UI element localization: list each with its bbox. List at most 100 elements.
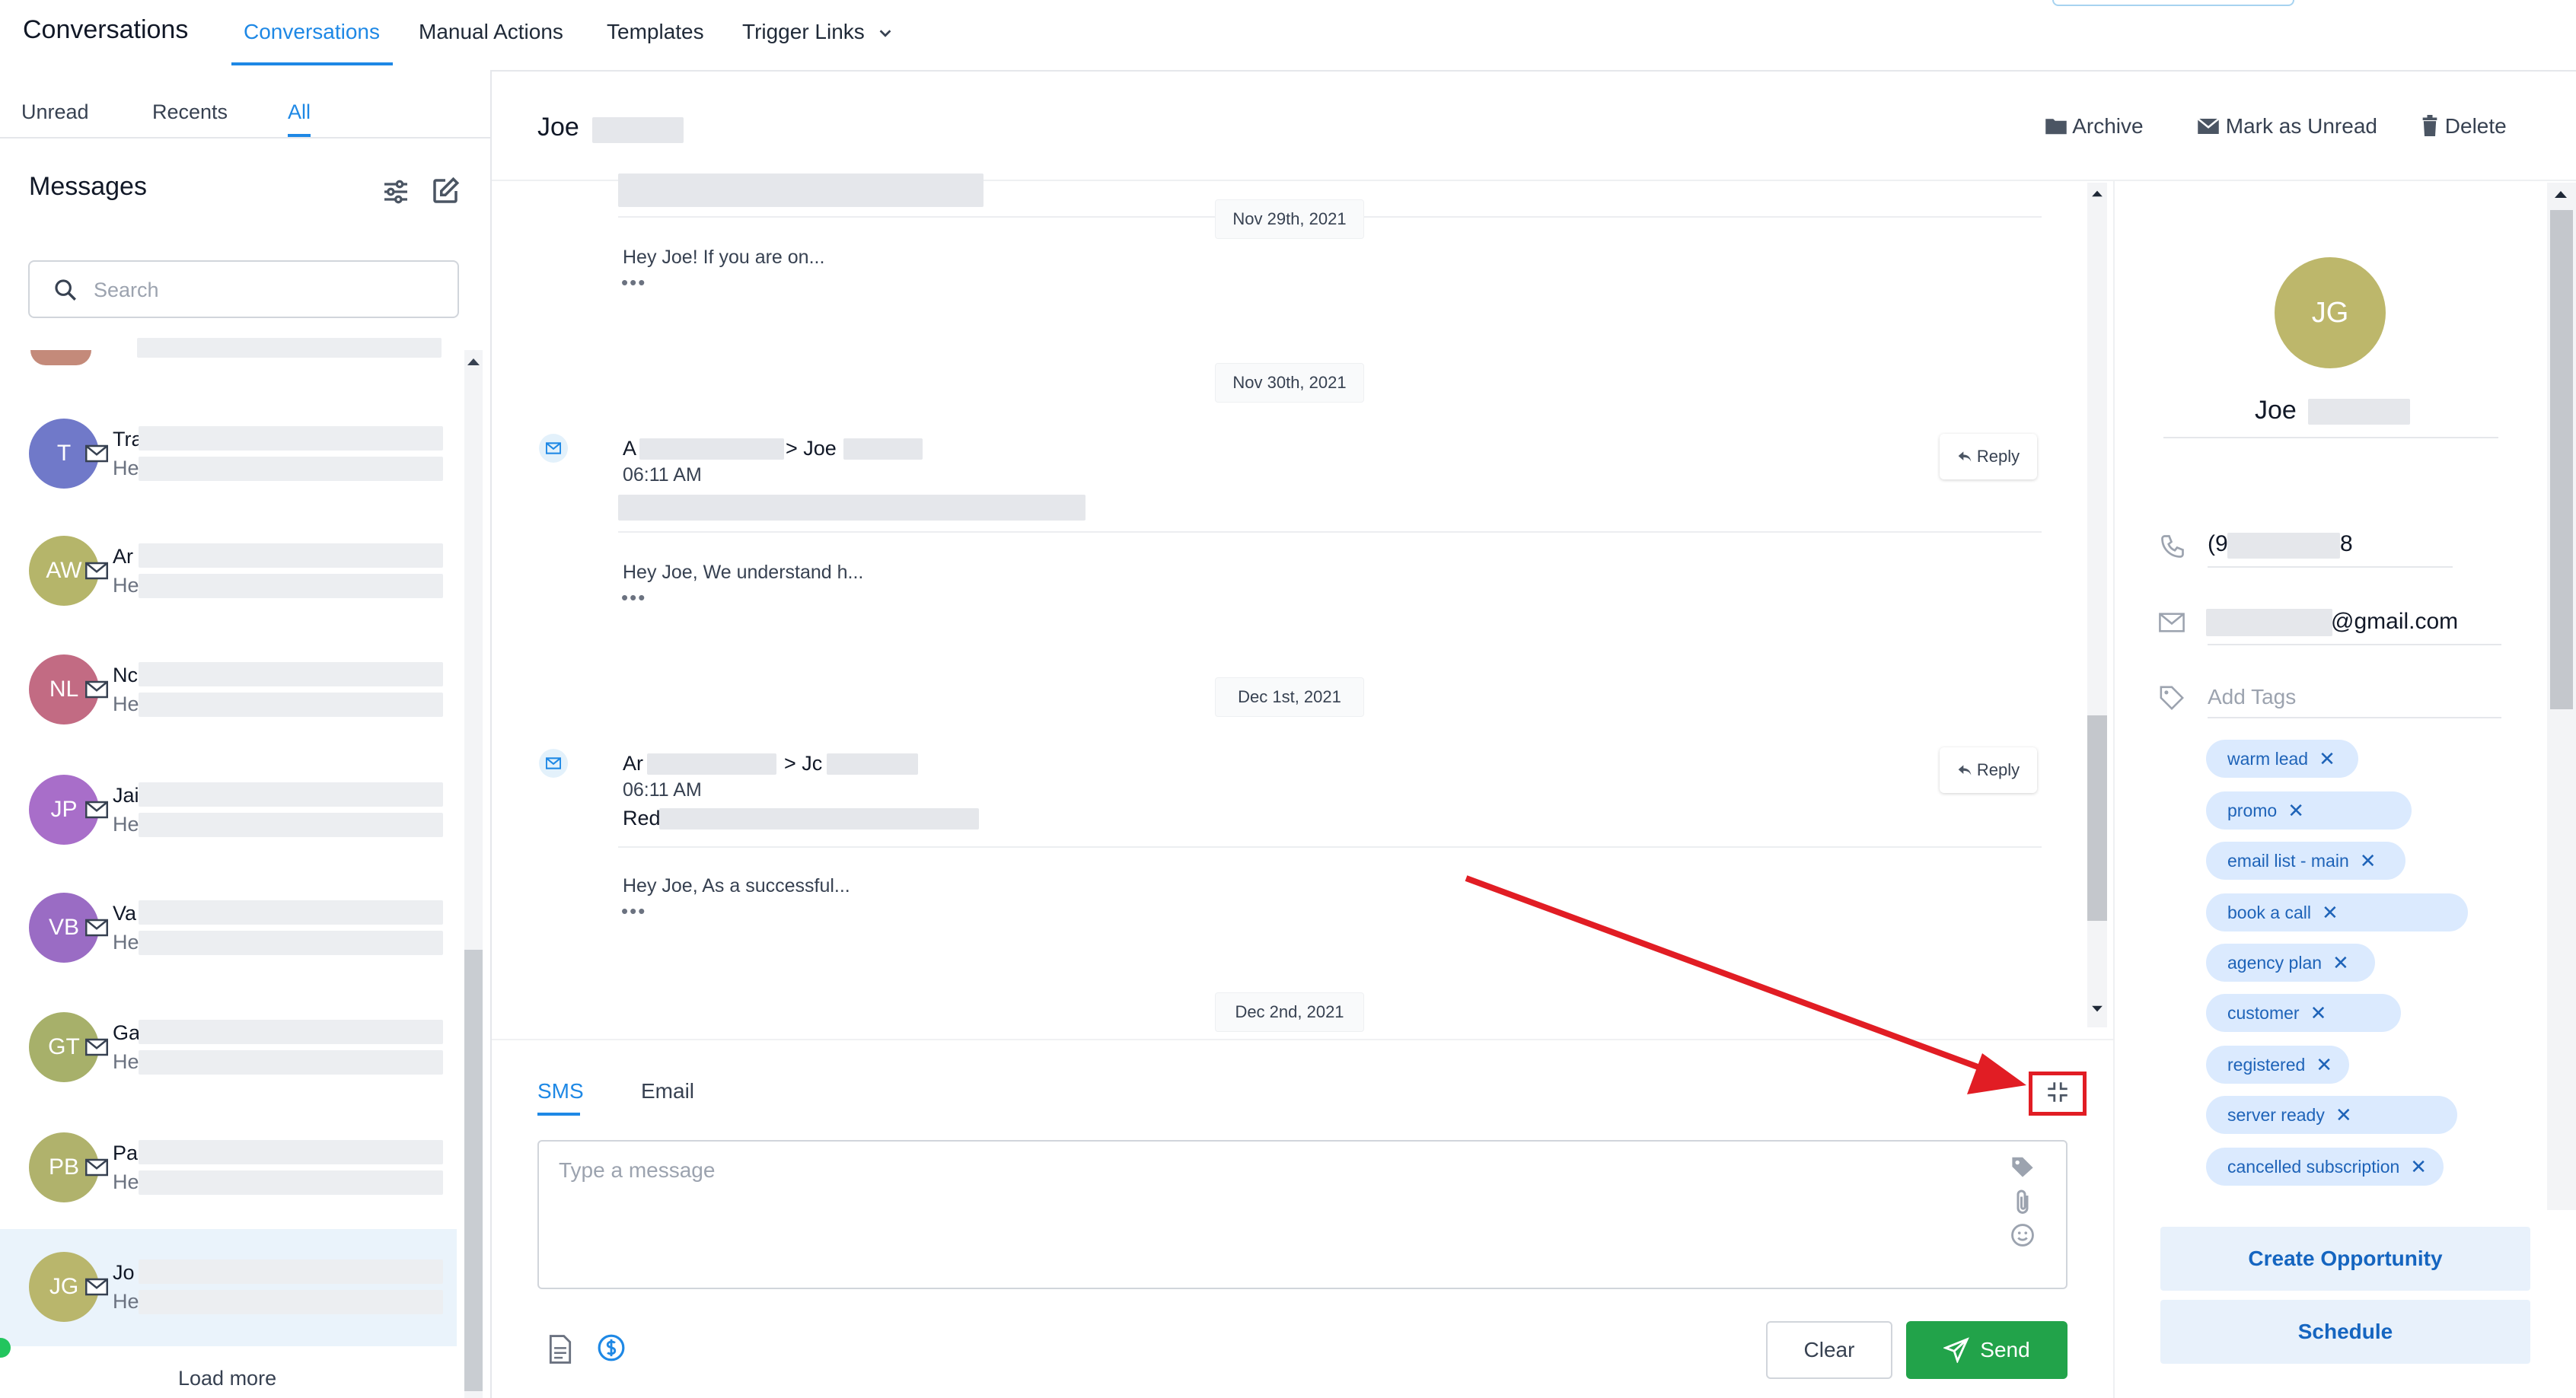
expand-dots[interactable]: ••• xyxy=(621,900,646,923)
filter-icon[interactable] xyxy=(381,177,411,207)
date-separator: Dec 2nd, 2021 xyxy=(1215,992,1364,1032)
thread-scrollbar-thumb[interactable] xyxy=(2087,715,2107,921)
message-input[interactable] xyxy=(557,1157,1930,1274)
contact-avatar: JG xyxy=(2275,257,2386,368)
delete-button[interactable]: Delete xyxy=(2421,114,2507,139)
avatar xyxy=(30,350,91,365)
mail-icon xyxy=(539,749,568,778)
message-snippet[interactable]: Hey Joe! If you are on... xyxy=(623,247,824,269)
remove-tag-icon[interactable]: ✕ xyxy=(2335,1103,2352,1127)
message-box xyxy=(537,1140,2067,1289)
nav-tab-templates[interactable]: Templates xyxy=(607,20,704,44)
top-right-control[interactable] xyxy=(2052,0,2294,6)
divider xyxy=(0,137,490,139)
conversation-item[interactable]: JG Jo He xyxy=(0,1229,457,1346)
date-separator: Nov 29th, 2021 xyxy=(1215,199,1364,239)
remove-tag-icon[interactable]: ✕ xyxy=(2410,1155,2427,1179)
tag-chip[interactable]: promo ✕ xyxy=(2206,791,2412,830)
paperclip-icon[interactable] xyxy=(2013,1189,2032,1216)
reply-button[interactable]: Reply xyxy=(1940,434,2037,479)
conversation-item[interactable]: T Tra He xyxy=(0,396,457,513)
list-tab-all[interactable]: All xyxy=(288,100,311,124)
message-recipient: > Joe xyxy=(786,437,837,460)
tag-chip[interactable]: agency plan ✕ xyxy=(2206,944,2375,982)
redacted-text xyxy=(139,813,443,837)
conversation-item[interactable]: NL Nc He xyxy=(0,632,457,749)
tag-chip[interactable]: registered ✕ xyxy=(2206,1046,2350,1084)
send-button[interactable]: Send xyxy=(1906,1321,2067,1379)
message-snippet[interactable]: Hey Joe, We understand h... xyxy=(623,562,863,584)
conversation-item[interactable]: VB Va He xyxy=(0,870,457,987)
mark-unread-button[interactable]: Mark as Unread xyxy=(2197,114,2377,139)
reply-label: Reply xyxy=(1976,447,2020,466)
redacted-text xyxy=(2308,399,2410,425)
tag-chip[interactable]: customer ✕ xyxy=(2206,994,2401,1032)
composer-tab-sms[interactable]: SMS xyxy=(537,1079,584,1103)
app-title: Conversations xyxy=(23,15,189,44)
tag-chip[interactable]: warm lead ✕ xyxy=(2206,740,2358,778)
tag-chip[interactable]: cancelled subscription ✕ xyxy=(2206,1148,2444,1186)
list-scrollbar-thumb[interactable] xyxy=(464,950,483,1391)
conversation-item[interactable]: JP Jai He xyxy=(0,752,457,869)
contact-name: Joe xyxy=(2255,396,2297,425)
nav-tab-trigger-links[interactable]: Trigger Links xyxy=(742,20,894,44)
conversation-preview: He xyxy=(113,457,139,479)
remove-tag-icon[interactable]: ✕ xyxy=(2287,799,2304,823)
contact-panel-scrollbar-thumb[interactable] xyxy=(2550,210,2573,709)
composer-tab-email[interactable]: Email xyxy=(641,1079,694,1103)
reply-button[interactable]: Reply xyxy=(1940,747,2037,793)
add-tags-input[interactable]: Add Tags xyxy=(2208,685,2296,709)
load-more-link[interactable]: Load more xyxy=(178,1367,276,1390)
remove-tag-icon[interactable]: ✕ xyxy=(2316,1053,2332,1077)
schedule-button[interactable]: Schedule xyxy=(2160,1300,2530,1364)
folder-icon xyxy=(2045,119,2067,135)
tag-chip[interactable]: book a call ✕ xyxy=(2206,893,2468,931)
search-input[interactable] xyxy=(92,274,445,306)
remove-tag-icon[interactable]: ✕ xyxy=(2332,951,2349,975)
divider xyxy=(618,531,2042,533)
conversation-item[interactable]: GT Ga He xyxy=(0,989,457,1107)
scroll-up-arrow-icon[interactable] xyxy=(2553,189,2568,199)
tag-chip[interactable]: email list - main ✕ xyxy=(2206,842,2405,880)
conversation-name: Ga xyxy=(113,1021,141,1044)
nav-tab-manual-actions[interactable]: Manual Actions xyxy=(419,20,563,44)
nav-tab-conversations[interactable]: Conversations xyxy=(244,20,380,44)
document-icon[interactable] xyxy=(548,1335,572,1364)
list-tab-recents[interactable]: Recents xyxy=(152,100,228,124)
message-snippet[interactable]: Hey Joe, As a successful... xyxy=(623,875,850,897)
conversation-item[interactable]: PB Pa He xyxy=(0,1110,457,1227)
envelope-icon xyxy=(2197,118,2220,134)
conversation-item[interactable]: AW Ar He xyxy=(0,513,457,630)
tag-icon[interactable] xyxy=(2010,1155,2036,1178)
expand-dots[interactable]: ••• xyxy=(621,586,646,610)
contact-phone-prefix[interactable]: (9 xyxy=(2208,531,2228,557)
mail-icon xyxy=(85,1038,108,1056)
list-tab-unread[interactable]: Unread xyxy=(21,100,89,124)
redacted-text xyxy=(139,574,443,598)
compose-icon[interactable] xyxy=(429,175,461,207)
create-opportunity-button[interactable]: Create Opportunity xyxy=(2160,1227,2530,1291)
emoji-icon[interactable] xyxy=(2010,1222,2036,1248)
tag-label: server ready xyxy=(2227,1104,2325,1125)
remove-tag-icon[interactable]: ✕ xyxy=(2322,901,2338,925)
conversation-preview: He xyxy=(113,931,139,954)
contact-email-domain[interactable]: @gmail.com xyxy=(2331,609,2458,635)
archive-button[interactable]: Archive xyxy=(2045,114,2144,139)
date-separator: Nov 30th, 2021 xyxy=(1215,363,1364,403)
message-recipient: > Jc xyxy=(784,752,823,775)
contact-phone-suffix[interactable]: 8 xyxy=(2340,531,2353,557)
tag-chip[interactable]: server ready ✕ xyxy=(2206,1096,2457,1134)
remove-tag-icon[interactable]: ✕ xyxy=(2319,747,2335,771)
clear-button[interactable]: Clear xyxy=(1766,1321,1892,1379)
tag-label: email list - main xyxy=(2227,850,2349,871)
remove-tag-icon[interactable]: ✕ xyxy=(2310,1002,2327,1025)
redacted-text xyxy=(139,457,443,481)
scroll-down-arrow-icon[interactable] xyxy=(2090,1005,2104,1014)
scroll-up-arrow-icon[interactable] xyxy=(466,356,481,367)
expand-dots[interactable]: ••• xyxy=(621,271,646,295)
scroll-up-arrow-icon[interactable] xyxy=(2090,189,2104,198)
remove-tag-icon[interactable]: ✕ xyxy=(2360,849,2377,873)
dollar-icon[interactable] xyxy=(597,1333,626,1362)
redacted-text xyxy=(592,117,684,143)
mail-icon xyxy=(2159,613,2185,632)
